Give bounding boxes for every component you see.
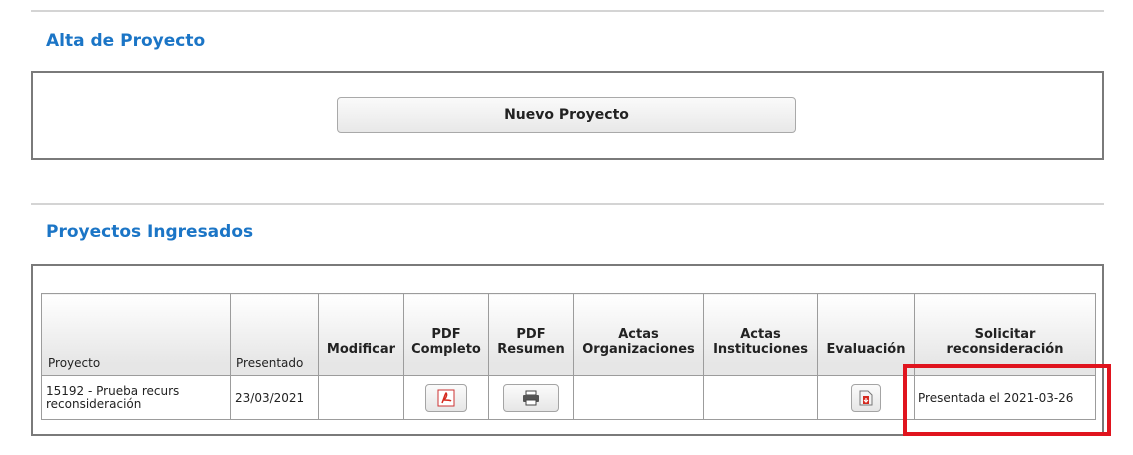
table-row: 15192 - Prueba recurs reconsideración 23…: [41, 375, 1096, 420]
cell-evaluacion: [817, 375, 915, 420]
col-header-pdf-resumen: PDF Resumen: [488, 293, 574, 376]
pdf-icon: [437, 389, 455, 406]
col-header-pdf-completo: PDF Completo: [403, 293, 489, 376]
download-icon: [859, 390, 873, 405]
new-project-button[interactable]: Nuevo Proyecto: [337, 97, 796, 133]
col-header-actas-instituciones: Actas Instituciones: [703, 293, 818, 376]
col-header-presentado: Presentado: [230, 293, 319, 376]
cell-actas-organizaciones: [573, 375, 704, 420]
col-header-proyecto: Proyecto: [41, 293, 231, 376]
pdf-completo-button[interactable]: [425, 383, 467, 412]
col-header-solicitar-reconsideracion: Solicitar reconsideración: [914, 293, 1096, 376]
cell-proyecto: 15192 - Prueba recurs reconsideración: [41, 375, 231, 420]
cell-modificar: [318, 375, 404, 420]
cell-actas-instituciones: [703, 375, 818, 420]
table-header-row: Proyecto Presentado Modificar PDF Complet…: [41, 293, 1096, 376]
col-header-evaluacion: Evaluación: [817, 293, 915, 376]
col-header-modificar: Modificar: [318, 293, 404, 376]
printer-icon: [523, 390, 539, 405]
pdf-resumen-button[interactable]: [503, 383, 559, 412]
cell-presentado: 23/03/2021: [230, 375, 319, 420]
evaluacion-download-button[interactable]: [851, 383, 881, 412]
section-title-ingresados: Proyectos Ingresados: [46, 222, 254, 242]
section-title-alta: Alta de Proyecto: [46, 31, 206, 51]
top-divider: [31, 10, 1104, 12]
cell-pdf-resumen: [488, 375, 574, 420]
cell-pdf-completo: [403, 375, 489, 420]
projects-table: Proyecto Presentado Modificar PDF Complet…: [41, 293, 1096, 420]
mid-divider: [31, 203, 1104, 205]
col-header-actas-organizaciones: Actas Organizaciones: [573, 293, 704, 376]
cell-solicitar-reconsideracion: Presentada el 2021-03-26: [914, 375, 1096, 420]
